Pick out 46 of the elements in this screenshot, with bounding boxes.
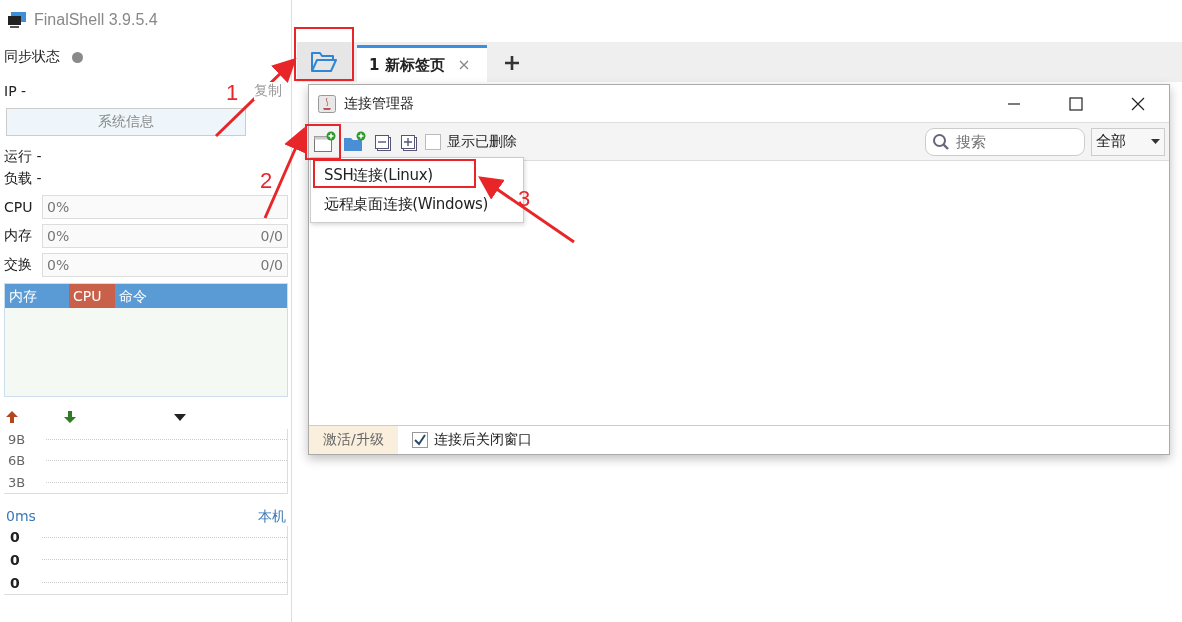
meter-reading: 0% xyxy=(47,256,70,273)
close-icon[interactable] xyxy=(1131,96,1145,111)
search-field[interactable]: 搜索 xyxy=(925,127,1085,156)
axis-label: 0 xyxy=(10,529,21,546)
meter-reading: 0% xyxy=(47,227,70,244)
axis-label: 0 xyxy=(10,574,21,591)
meter-reading: 0% xyxy=(47,198,70,215)
close-after-connect-checkbox[interactable]: 连接后关闭窗口 xyxy=(411,431,532,449)
highlight-frame xyxy=(294,27,354,81)
folder-icon xyxy=(310,51,338,73)
caret-icon xyxy=(1151,139,1160,144)
activate-button[interactable]: 激活/升级 xyxy=(309,426,398,454)
check-icon xyxy=(412,433,427,447)
meter-label: CPU xyxy=(4,198,34,215)
axis-label: 0 xyxy=(10,552,21,568)
meter-label: 内存 xyxy=(4,226,33,245)
app-title: FinalShell 3.9.5.4 xyxy=(34,11,158,29)
java-app-icon xyxy=(318,94,336,113)
load-label: 负载 - xyxy=(4,169,42,188)
upload-arrow-icon xyxy=(6,411,18,423)
step-number: 2 xyxy=(260,168,273,193)
sync-status-label: 同步状态 xyxy=(4,48,60,66)
new-connection-icon[interactable] xyxy=(313,130,337,153)
ip-label: IP - xyxy=(4,83,27,99)
download-arrow-icon xyxy=(64,411,76,423)
session-tab[interactable]: 1 新标签页 xyxy=(357,45,487,82)
axis-label: 9B xyxy=(8,432,27,448)
app-logo-icon xyxy=(8,12,26,28)
folder-button[interactable] xyxy=(297,42,351,82)
dropdown-caret-icon[interactable] xyxy=(174,413,186,421)
maximize-icon[interactable] xyxy=(1069,96,1083,111)
dialog-title: 连接管理器 xyxy=(344,94,414,113)
step-number: 1 xyxy=(226,80,239,105)
runtime-label: 运行 - xyxy=(4,147,42,166)
filter-dropdown[interactable]: 全部 xyxy=(1091,127,1165,156)
show-deleted-checkbox[interactable]: 显示已删除 xyxy=(425,132,517,151)
meter-usage: 0/0 xyxy=(260,256,283,273)
process-tab[interactable]: CPU xyxy=(69,284,115,308)
axis-label: 3B xyxy=(8,474,27,490)
meter-label: 交换 xyxy=(4,255,33,274)
latency-label: 0ms xyxy=(6,508,36,526)
host-label: 本机 xyxy=(258,508,286,526)
axis-label: 6B xyxy=(8,453,27,469)
new-folder-icon[interactable] xyxy=(343,130,367,153)
meter-usage: 0/0 xyxy=(260,227,283,244)
add-tab-icon[interactable] xyxy=(505,56,519,70)
